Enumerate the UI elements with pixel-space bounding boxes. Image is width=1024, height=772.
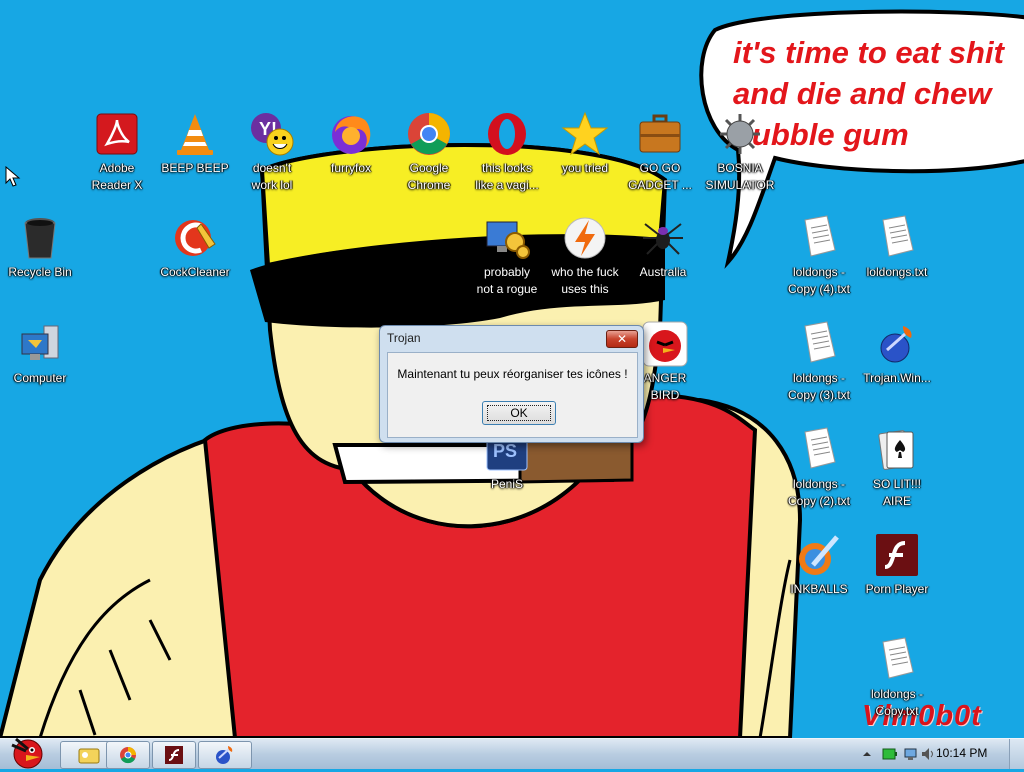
- desktop-icon-recycle-bin[interactable]: Recycle Bin: [0, 214, 80, 281]
- computer-icon: [21, 325, 59, 360]
- icon-label: loldongs - Copy (2).txt: [787, 477, 850, 508]
- icon-label: CockCleaner: [160, 265, 230, 279]
- desktop-icon-yahoo[interactable]: Y! doesn't work lol: [232, 110, 312, 194]
- vlc-cone-icon: [177, 114, 213, 155]
- text-file-icon: [882, 215, 914, 257]
- icon-label: you tried: [561, 161, 609, 175]
- chrome-icon: [408, 113, 450, 155]
- star-icon: [561, 111, 609, 156]
- icon-label: PeniS: [490, 477, 524, 491]
- volume-icon[interactable]: [920, 746, 936, 762]
- battery-status-icon[interactable]: [882, 747, 898, 761]
- desktop-icon-google-chrome[interactable]: Google Chrome: [389, 110, 469, 194]
- desktop-icon-inkballs[interactable]: INKBALLS: [779, 531, 859, 598]
- firefox-icon: [332, 116, 371, 154]
- tray-expand-icon[interactable]: [862, 749, 872, 759]
- icon-label: loldongs - Copy (4).txt: [787, 265, 850, 296]
- angry-bird-icon: [642, 321, 688, 367]
- desktop-icon-beep-beep[interactable]: BEEP BEEP: [155, 110, 235, 177]
- taskbar-trojan-button[interactable]: [198, 741, 252, 769]
- network-icon[interactable]: [903, 746, 919, 762]
- icon-label: who the fuck uses this: [551, 265, 619, 296]
- icon-label: this looks like a vagi...: [475, 161, 539, 192]
- desktop-icon-opera[interactable]: this looks like a vagi...: [467, 110, 547, 194]
- taskbar-flash-button[interactable]: [152, 741, 196, 769]
- desktop-icon-furryfox[interactable]: furryfox: [311, 110, 391, 177]
- desktop-icon-loldongs[interactable]: loldongs.txt: [857, 214, 937, 281]
- close-icon: ✕: [616, 332, 628, 346]
- trojan-dialog[interactable]: Trojan ✕ Maintenant tu peux réorganiser …: [379, 325, 644, 443]
- spider-icon: [643, 223, 683, 255]
- taskbar: 10:14 PM: [0, 735, 1024, 769]
- icon-label: INKBALLS: [790, 582, 848, 596]
- trojan-horse-icon: [216, 746, 233, 764]
- desktop-icon-so-lit-aire[interactable]: SO LIT!!! AIRE: [857, 426, 937, 510]
- icon-label: BEEP BEEP: [161, 161, 229, 175]
- briefcase-icon: [639, 114, 681, 153]
- taskbar-chrome-button[interactable]: [106, 741, 150, 769]
- recycle-bin-icon: [24, 218, 56, 259]
- desktop-icon-who-uses-this[interactable]: who the fuck uses this: [545, 214, 625, 298]
- desktop-icon-adobe-reader[interactable]: Adobe Reader X: [77, 110, 157, 194]
- inkball-icon: [799, 535, 839, 575]
- lightning-icon: [564, 217, 606, 259]
- icon-label: Australia: [639, 265, 687, 279]
- adobe-reader-icon: [96, 113, 138, 155]
- svg-text:PS: PS: [493, 441, 517, 461]
- icon-label: Recycle Bin: [8, 265, 72, 279]
- desktop-icon-porn-player[interactable]: Porn Player: [857, 531, 937, 598]
- show-desktop-button[interactable]: [1009, 739, 1024, 769]
- icon-label: Porn Player: [865, 582, 929, 596]
- spiked-mine-icon: [720, 114, 760, 154]
- dialog-close-button[interactable]: ✕: [606, 330, 638, 348]
- start-button[interactable]: [2, 735, 54, 769]
- icon-label: Trojan.Win...: [863, 371, 931, 385]
- icon-label: loldongs.txt: [866, 265, 928, 279]
- icon-label: furryfox: [330, 161, 371, 175]
- desktop-icon-loldongs-copy-3[interactable]: loldongs - Copy (3).txt: [779, 320, 859, 404]
- text-file-icon: [804, 321, 836, 363]
- icon-label: doesn't work lol: [251, 161, 293, 192]
- solitaire-icon: [878, 430, 914, 470]
- desktop: it's time to eat shit and die and chew b…: [0, 0, 1024, 738]
- ok-button[interactable]: OK: [482, 401, 556, 425]
- desktop-icon-computer[interactable]: Computer: [0, 320, 80, 387]
- flash-player-icon: [165, 746, 183, 764]
- icon-label: loldongs - Copy.txt: [870, 687, 924, 718]
- text-file-icon: [882, 637, 914, 679]
- desktop-icon-you-tried[interactable]: you tried: [545, 110, 625, 177]
- text-file-icon: [804, 215, 836, 257]
- text-file-icon: [804, 427, 836, 469]
- desktop-icon-bosnia-simulator[interactable]: BOSNIA SIMULATOR: [700, 110, 780, 194]
- yahoo-messenger-icon: Y!: [251, 113, 294, 156]
- desktop-icon-trojan-win[interactable]: Trojan.Win...: [857, 320, 937, 387]
- clock[interactable]: 10:14 PM: [936, 746, 987, 760]
- mouse-cursor-icon: [5, 166, 21, 187]
- dialog-message: Maintenant tu peux réorganiser tes icône…: [397, 367, 628, 381]
- icon-label: GO GO GADGET ...: [628, 161, 692, 192]
- desktop-icon-loldongs-copy-4[interactable]: loldongs - Copy (4).txt: [779, 214, 859, 298]
- ok-button-label: OK: [487, 405, 551, 421]
- ccleaner-icon: [175, 220, 216, 256]
- desktop-icon-loldongs-copy[interactable]: loldongs - Copy.txt: [857, 636, 937, 720]
- desktop-icon-loldongs-copy-2[interactable]: loldongs - Copy (2).txt: [779, 426, 859, 510]
- desktop-icon-probably-not-a-rogue[interactable]: probably not a rogue: [467, 214, 547, 298]
- desktop-icon-go-go-gadget[interactable]: GO GO GADGET ...: [620, 110, 700, 194]
- desktop-icon-australia[interactable]: Australia: [623, 214, 703, 281]
- desktop-icon-cockcleaner[interactable]: CockCleaner: [155, 214, 235, 281]
- icon-label: Adobe Reader X: [91, 161, 143, 192]
- flash-player-icon: [876, 534, 918, 576]
- dialog-body: Maintenant tu peux réorganiser tes icône…: [387, 352, 638, 438]
- opera-icon: [488, 113, 526, 155]
- trojan-horse-icon: [880, 326, 912, 363]
- icon-label: BOSNIA SIMULATOR: [705, 161, 775, 192]
- icon-label: probably not a rogue: [476, 265, 538, 296]
- icon-label: Google Chrome: [407, 161, 451, 192]
- icon-label: Computer: [13, 371, 67, 385]
- icon-label: loldongs - Copy (3).txt: [787, 371, 850, 402]
- chrome-icon: [120, 747, 136, 764]
- icon-label: SO LIT!!! AIRE: [872, 477, 921, 508]
- gears-monitor-icon: [486, 221, 530, 259]
- dialog-title: Trojan: [387, 331, 421, 345]
